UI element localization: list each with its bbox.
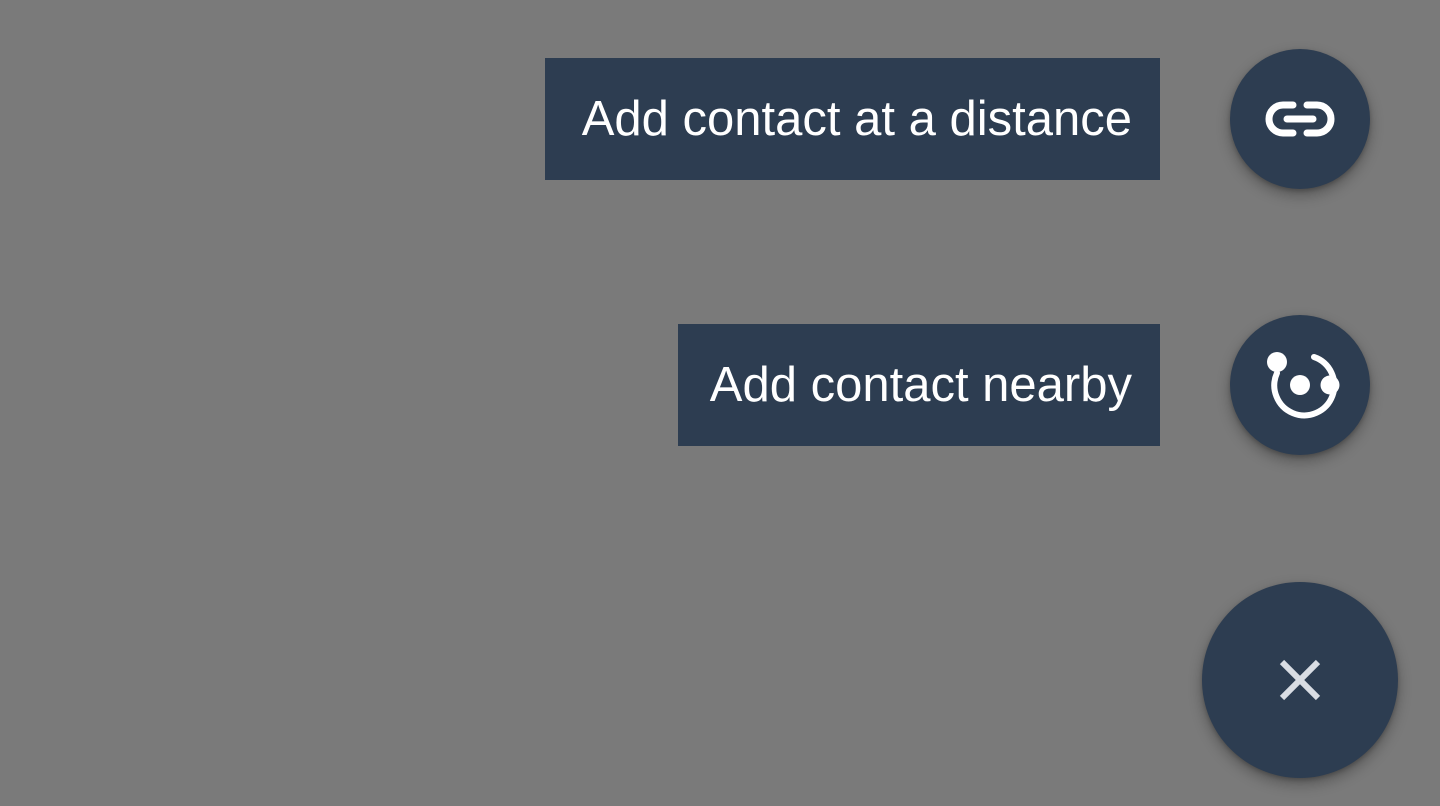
close-icon xyxy=(1279,659,1321,701)
link-icon xyxy=(1265,101,1335,137)
add-contact-nearby-label[interactable]: Add contact nearby xyxy=(678,324,1160,446)
add-contact-distance-label[interactable]: Add contact at a distance xyxy=(545,58,1160,180)
add-contact-nearby-button[interactable] xyxy=(1230,315,1370,455)
close-speed-dial-button[interactable] xyxy=(1202,582,1398,778)
nearby-icon xyxy=(1267,352,1340,419)
add-contact-distance-button[interactable] xyxy=(1230,49,1370,189)
